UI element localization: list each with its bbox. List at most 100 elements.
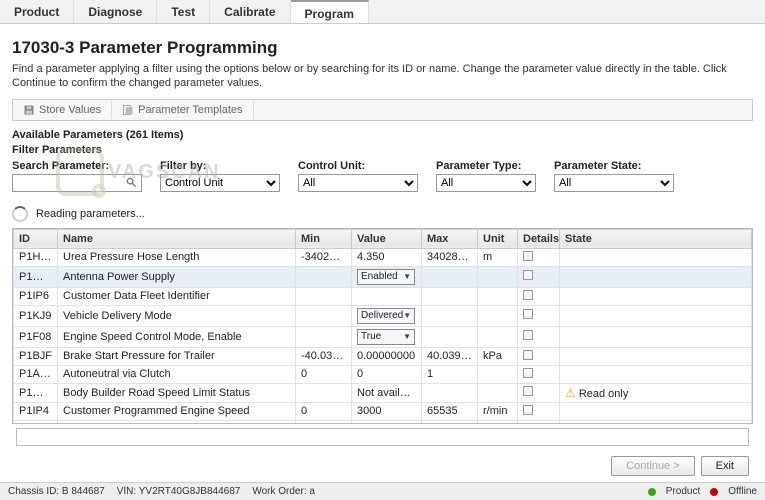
cell-max	[422, 383, 478, 402]
product-status: Product	[666, 486, 700, 497]
loading-spinner-icon	[12, 206, 28, 222]
details-icon[interactable]	[523, 330, 533, 340]
col-unit[interactable]: Unit	[478, 229, 518, 248]
filterby-select[interactable]: Control Unit	[160, 174, 280, 192]
details-icon[interactable]	[523, 251, 533, 261]
tab-diagnose[interactable]: Diagnose	[74, 0, 157, 23]
details-icon[interactable]	[523, 368, 533, 378]
continue-button[interactable]: Continue >	[611, 456, 695, 476]
product-status-icon	[648, 488, 656, 496]
cell-min	[296, 420, 352, 424]
param-templates-tab[interactable]: Parameter Templates	[112, 101, 253, 119]
offline-status: Offline	[728, 486, 757, 497]
cell-details[interactable]	[518, 383, 560, 402]
table-row[interactable]: P1BJFBrake Start Pressure for Trailer-40…	[14, 347, 752, 365]
details-icon[interactable]	[523, 309, 533, 319]
status-text: Reading parameters...	[36, 208, 145, 220]
details-icon[interactable]	[523, 386, 533, 396]
table-row[interactable]: P1KJ9Vehicle Delivery ModeDelivered▼	[14, 305, 752, 326]
cell-state	[560, 420, 752, 424]
table-row[interactable]: P1AO7Autoneutral via Clutch001	[14, 365, 752, 383]
cell-details[interactable]	[518, 248, 560, 266]
control-unit-select[interactable]: All	[298, 174, 418, 192]
available-parameters: Available Parameters (261 Items)	[12, 129, 753, 141]
chassis-id: Chassis ID: B 844687	[8, 486, 105, 497]
cell-value[interactable]: 0.00000000	[352, 347, 422, 365]
col-min[interactable]: Min	[296, 229, 352, 248]
parameter-type-label: Parameter Type:	[436, 160, 536, 172]
details-icon[interactable]	[523, 270, 533, 280]
cell-min	[296, 266, 352, 287]
cell-state: ⚠ Read only	[560, 383, 752, 402]
value-dropdown[interactable]: Delivered▼	[357, 308, 415, 324]
parameter-state-select[interactable]: All	[554, 174, 674, 192]
cell-min	[296, 383, 352, 402]
cell-unit	[478, 365, 518, 383]
table-row[interactable]: P1H6PUrea Pressure Hose Length-340282346…	[14, 248, 752, 266]
cell-id: P1IP6	[14, 287, 58, 305]
cell-value[interactable]: Automatic D▼	[352, 420, 422, 424]
tab-product[interactable]: Product	[0, 0, 74, 23]
cell-details[interactable]	[518, 287, 560, 305]
cell-name: Body Builder Road Speed Limit Status	[58, 383, 296, 402]
cell-name: Autoneutral via Clutch	[58, 365, 296, 383]
table-row[interactable]: P1POZParking Heater, Automatic Deactivat…	[14, 420, 752, 424]
table-row[interactable]: P1M4TAntenna Power SupplyEnabled▼	[14, 266, 752, 287]
cell-name: Antenna Power Supply	[58, 266, 296, 287]
cell-value[interactable]	[352, 287, 422, 305]
exit-button[interactable]: Exit	[701, 456, 749, 476]
cell-id: P1POZ	[14, 420, 58, 424]
cell-state	[560, 326, 752, 347]
table-row[interactable]: P1F08Engine Speed Control Mode, EnableTr…	[14, 326, 752, 347]
col-details[interactable]: Details	[518, 229, 560, 248]
cell-state	[560, 347, 752, 365]
cell-min: -340282346	[296, 248, 352, 266]
store-values-tab[interactable]: Store Values	[13, 101, 112, 119]
cell-details[interactable]	[518, 326, 560, 347]
details-icon[interactable]	[523, 405, 533, 415]
cell-id: P1KJ9	[14, 305, 58, 326]
parameter-type-select[interactable]: All	[436, 174, 536, 192]
details-icon[interactable]	[523, 350, 533, 360]
col-max[interactable]: Max	[422, 229, 478, 248]
cell-details[interactable]	[518, 305, 560, 326]
bottom-filter-input[interactable]	[16, 428, 749, 446]
table-row[interactable]: P1IP4Customer Programmed Engine Speed030…	[14, 402, 752, 420]
control-unit-label: Control Unit:	[298, 160, 418, 172]
cell-value[interactable]: 3000	[352, 402, 422, 420]
details-icon[interactable]	[523, 290, 533, 300]
table-row[interactable]: P1GA7Body Builder Road Speed Limit Statu…	[14, 383, 752, 402]
cell-value[interactable]: Delivered▼	[352, 305, 422, 326]
cell-details[interactable]	[518, 266, 560, 287]
value-dropdown[interactable]: True▼	[357, 329, 415, 345]
col-name[interactable]: Name	[58, 229, 296, 248]
tab-program[interactable]: Program	[291, 0, 369, 23]
cell-details[interactable]	[518, 347, 560, 365]
table-row[interactable]: P1IP6Customer Data Fleet Identifier	[14, 287, 752, 305]
cell-unit	[478, 420, 518, 424]
cell-value[interactable]: 4.350	[352, 248, 422, 266]
col-id[interactable]: ID	[14, 229, 58, 248]
cell-name: Urea Pressure Hose Length	[58, 248, 296, 266]
value-dropdown[interactable]: Automatic D▼	[357, 423, 422, 424]
cell-id: P1AO7	[14, 365, 58, 383]
tab-test[interactable]: Test	[157, 0, 210, 23]
page-description: Find a parameter applying a filter using…	[12, 62, 753, 91]
col-value[interactable]: Value	[352, 229, 422, 248]
value-dropdown[interactable]: Enabled▼	[357, 269, 415, 285]
cell-details[interactable]	[518, 402, 560, 420]
cell-value[interactable]: True▼	[352, 326, 422, 347]
tab-calibrate[interactable]: Calibrate	[210, 0, 290, 23]
cell-value[interactable]: 0	[352, 365, 422, 383]
cell-value[interactable]: Not available	[352, 383, 422, 402]
cell-name: Engine Speed Control Mode, Enable	[58, 326, 296, 347]
cell-value[interactable]: Enabled▼	[352, 266, 422, 287]
col-state[interactable]: State	[560, 229, 752, 248]
cell-state	[560, 305, 752, 326]
cell-details[interactable]	[518, 420, 560, 424]
status-bar: Chassis ID: B 844687 VIN: YV2RT40G8JB844…	[0, 482, 765, 500]
search-input[interactable]	[12, 174, 142, 192]
cell-max: 1	[422, 365, 478, 383]
cell-details[interactable]	[518, 365, 560, 383]
cell-min: 0	[296, 402, 352, 420]
